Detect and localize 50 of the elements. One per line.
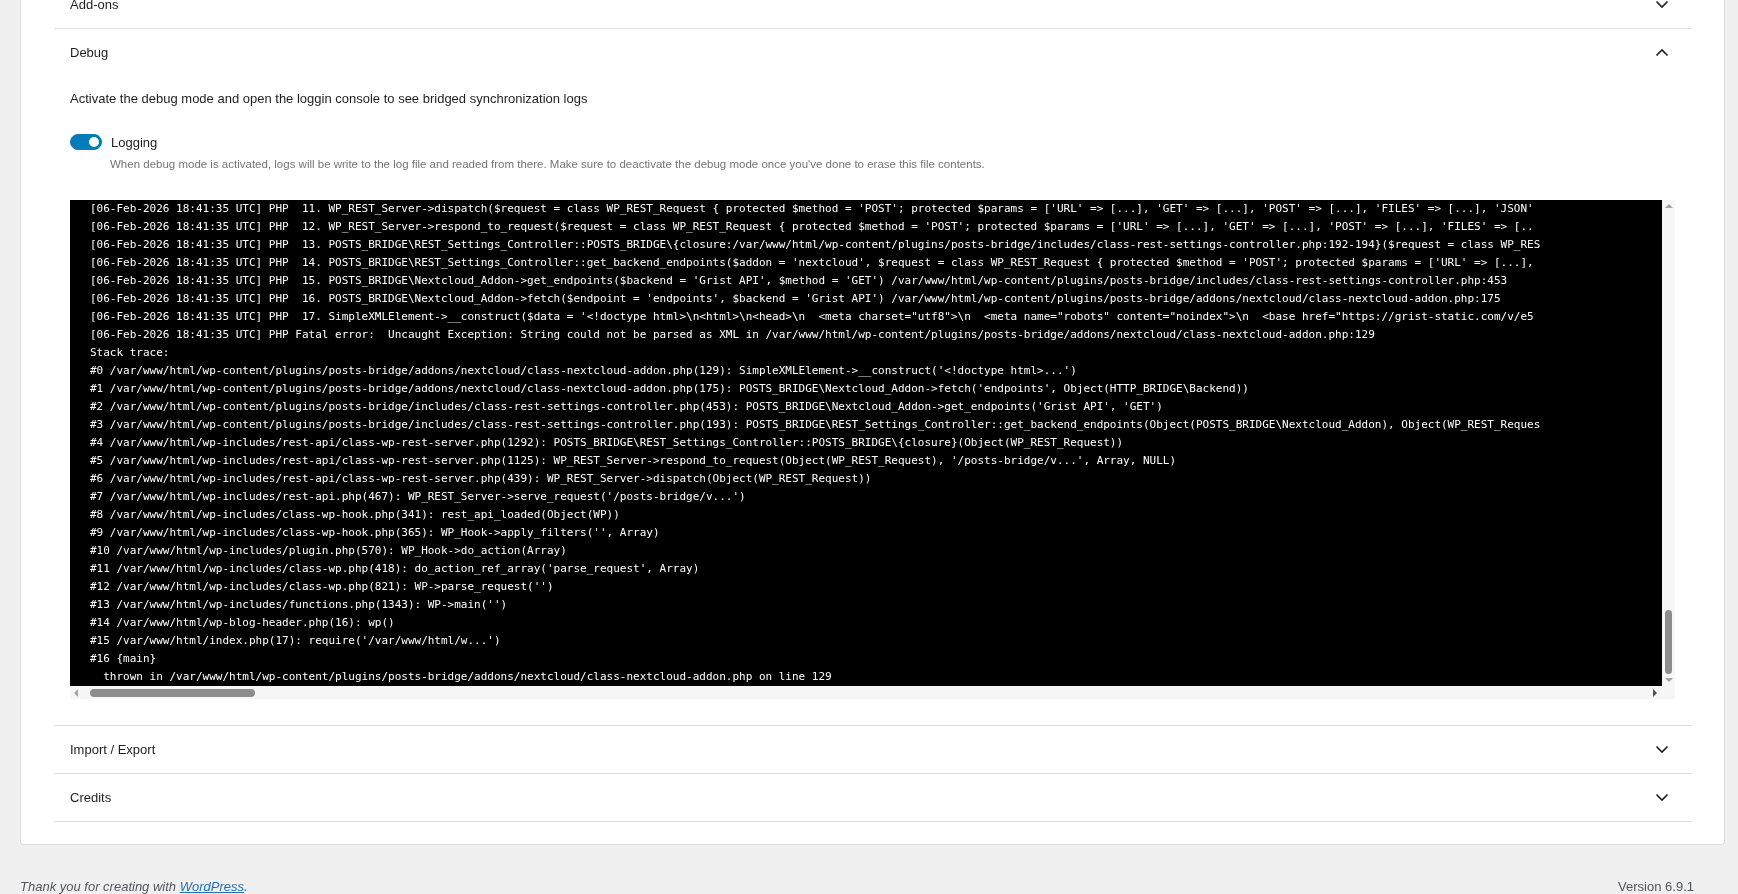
log-line: [06-Feb-2026 18:41:35 UTC] PHP 11. WP_REST_Server->dispatch($request = class WP_REST_Request { protected $method = 'POST'; protected $params = ['URL' => [...], 'GET' => [...], 'POST' => [...], 'FILES' => [...], 'JSON': [90, 201, 1535, 217]
section-header[interactable]: Add-ons: [54, 0, 1692, 28]
help-text: When debug mode is activated, logs will be write to the log file and readed from there. Make sure to deactivate the debug mode once you've done to erase this file contents.: [110, 158, 986, 170]
log-line: [06-Feb-2026 18:41:35 UTC] PHP 16. POSTS_BRIDGE\Nextcloud_Addon->fetch($endpoint = 'endpoints', $backend = 'Grist API') /var/www/html/wp-content/plugins/posts-bridge/addons/nextcloud/class-nextcloud-addon.php:175: [90, 291, 1502, 307]
section-description: Activate the debug mode and open the loggin console to see bridged synchronization logs: [70, 90, 589, 108]
version-text: Version 6.9.1: [1618, 879, 1694, 894]
section-header[interactable]: Debug: [54, 29, 1692, 76]
log-line: #15 /var/www/html/index.php(17): require('/var/www/html/w...'): [90, 633, 502, 649]
log-line: #3 /var/www/html/wp-content/plugins/posts-bridge/includes/class-rest-settings-controller.php(193): POSTS_BRIDGE\REST_Settings_Controller::get_backend_endpoints(Object(POSTS_BRIDGE\Nextcloud_Addon), Object(WP_REST_Reques: [90, 417, 1542, 433]
log-line: [06-Feb-2026 18:41:35 UTC] PHP Fatal error: Uncaught Exception: String could not be parsed as XML in /var/www/html/wp-content/plugins/posts-bridge/addons/nextcloud/class-nextcloud-addon.php:129: [90, 327, 1376, 343]
log-line: [06-Feb-2026 18:41:35 UTC] PHP 17. SimpleXMLElement->__construct($data = '<!doctype html>\n<html>\n<head>\n <meta charset="utf8">\n <meta name="robots" content="noindex">\n <base href="https://grist-static.com/v/e5: [90, 309, 1535, 325]
log-line: #11 /var/www/html/wp-includes/class-wp.php(418): do_action_ref_array('parse_request', Array): [90, 561, 701, 577]
section-header[interactable]: Credits: [54, 774, 1692, 821]
log-line: #4 /var/www/html/wp-includes/rest-api/class-wp-rest-server.php(1292): POSTS_BRIDGE\REST_Settings_Controller::POSTS_BRIDGE\{closure}(Object(WP_REST_Request)): [90, 435, 1125, 451]
log-line: Stack trace:: [90, 345, 171, 361]
section-title: Debug: [70, 45, 109, 60]
vertical-scrollbar[interactable]: [1662, 200, 1675, 686]
scroll-up-arrow-icon[interactable]: [1663, 202, 1674, 210]
log-line: #6 /var/www/html/wp-includes/rest-api/class-wp-rest-server.php(439): WP_REST_Server->dispatch(Object(WP_REST_Request)): [90, 471, 873, 487]
log-line: #12 /var/www/html/wp-includes/class-wp.php(821): WP->parse_request(''): [90, 579, 555, 595]
log-line: #2 /var/www/html/wp-content/plugins/posts-bridge/includes/class-rest-settings-controller.php(453): POSTS_BRIDGE\Nextcloud_Addon->get_endpoints('Grist API', 'GET'): [90, 399, 1164, 415]
scroll-left-arrow-icon[interactable]: [72, 687, 80, 698]
log-line: #9 /var/www/html/wp-includes/class-wp-hook.php(365): WP_Hook->apply_filters('', Array): [90, 525, 661, 541]
log-line: #5 /var/www/html/wp-includes/rest-api/class-wp-rest-server.php(1125): WP_REST_Server->respond_to_request(Object(WP_REST_Request), '/posts-bridge/v...', Array, NULL): [90, 453, 1178, 469]
wordpress-link[interactable]: WordPress: [179, 879, 244, 894]
log-line: #8 /var/www/html/wp-includes/class-wp-hook.php(341): rest_api_loaded(Object(WP)): [90, 507, 621, 523]
log-line: #0 /var/www/html/wp-content/plugins/posts-bridge/addons/nextcloud/class-nextcloud-addon.php(129): SimpleXMLElement->__construct('<!doctype html>...'): [90, 363, 1078, 379]
section-title: Add-ons: [70, 0, 119, 12]
log-line: #10 /var/www/html/wp-includes/plugin.php(570): WP_Hook->do_action(Array): [90, 543, 568, 559]
logging-toggle[interactable]: [70, 134, 102, 150]
log-line: [06-Feb-2026 18:41:35 UTC] PHP 12. WP_REST_Server->respond_to_request($request = class WP_REST_Request { protected $method = 'POST'; protected $params = ['URL' => [...], 'GET' => [...], 'POST' => [...], 'FILES' => [..: [90, 219, 1535, 235]
log-line: #14 /var/www/html/wp-blog-header.php(16): wp(): [90, 615, 396, 631]
log-line: [06-Feb-2026 18:41:35 UTC] PHP 15. POSTS_BRIDGE\Nextcloud_Addon->get_endpoints($backend = 'Grist API', $method = 'GET') /var/www/html/wp-content/plugins/posts-bridge/includes/class-rest-settings-controller.php:453: [90, 273, 1509, 289]
scroll-thumb[interactable]: [1665, 610, 1672, 674]
log-line: #7 /var/www/html/wp-includes/rest-api.php(467): WP_REST_Server->serve_request('/posts-bridge/v...'): [90, 489, 747, 505]
log-line: [06-Feb-2026 18:41:35 UTC] PHP 13. POSTS_BRIDGE\REST_Settings_Controller::POSTS_BRIDGE\{closure:/var/www/html/wp-content/plugins/posts-bridge/includes/class-rest-settings-controller.php:192-194}($request = class WP_RES: [90, 237, 1542, 253]
log-line: thrown in /var/www/html/wp-content/plugins/posts-bridge/addons/nextcloud/class-nextcloud-addon.php on line 129: [102, 669, 833, 685]
log-line: #16 {main}: [90, 651, 158, 667]
section-header[interactable]: Import / Export: [54, 726, 1692, 773]
section-title: Import / Export: [70, 742, 156, 757]
footer-thanks: Thank you for creating with WordPress.: [20, 879, 248, 894]
log-line: #1 /var/www/html/wp-content/plugins/posts-bridge/addons/nextcloud/class-nextcloud-addon.php(175): POSTS_BRIDGE\Nextcloud_Addon->fetch('endpoints', Object(HTTP_BRIDGE\Backend)): [90, 381, 1250, 397]
scroll-thumb[interactable]: [90, 688, 255, 697]
horizontal-scrollbar[interactable]: [70, 686, 1675, 699]
section-title: Credits: [70, 790, 112, 805]
log-line: [06-Feb-2026 18:41:35 UTC] PHP 14. POSTS_BRIDGE\REST_Settings_Controller::get_backend_endpoints($addon = 'nextcloud', $request = class WP_REST_Request { protected $method = 'POST'; protected $params = ['URL' => [...],: [90, 255, 1535, 271]
scroll-down-arrow-icon[interactable]: [1663, 676, 1674, 684]
log-line: #13 /var/www/html/wp-includes/functions.php(1343): WP->main(''): [90, 597, 509, 613]
scroll-right-arrow-icon[interactable]: [1651, 687, 1659, 698]
toggle-label: Logging: [111, 134, 158, 150]
